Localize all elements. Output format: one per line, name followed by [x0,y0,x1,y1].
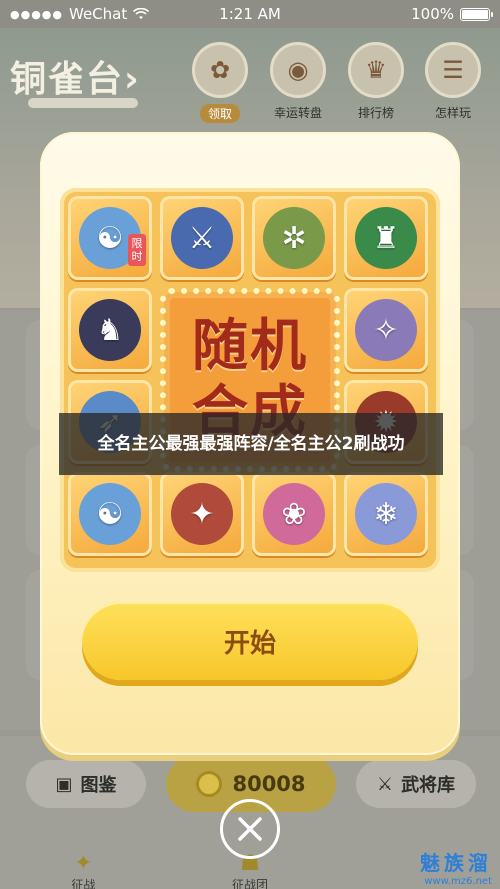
tab-battle: ✦ 征战 [0,844,167,889]
crossed-swords-icon: ⚔ [376,773,394,795]
hero-cell: ☯ [68,472,152,556]
carrier-label: WeChat [69,5,128,23]
dark-warrior-hero-icon: ♞ [79,299,141,361]
site-watermark: 魅族溜 www.mz6.net [420,847,492,887]
nav-claim: ✿ 领取 [183,42,257,123]
limited-time-tag: 限时 [128,234,146,266]
status-bar: ●●●●● WeChat 1:21 AM 100% [0,0,500,28]
status-left: ●●●●● WeChat [10,5,150,23]
battle-icon: ✦ [74,851,93,876]
ranking-icon: ♛ [348,42,404,98]
hero-cell: ✦ [160,472,244,556]
gallery-icon: ▣ [55,773,73,795]
coin-amount: 80008 [232,772,306,796]
hero-cell: ♞ [68,288,152,372]
strategist-hero-icon: ☯ [79,483,141,545]
nav-how-to-play-label: 怎样玩 [434,106,471,120]
watermark-title: 魅族溜 [420,851,492,875]
hero-cell: ✧ [344,288,428,372]
level-progress-fill [28,98,138,108]
caption-text: 全名主公最强最强阵容/全名主公2刷战功 [97,434,405,454]
hero-cell: ☯ 限时 [68,196,152,280]
coin-icon [196,771,223,797]
hero-cell: ♜ [344,196,428,280]
caption-banner: 全名主公最强最强阵容/全名主公2刷战功 [59,413,443,475]
status-right: 100% [411,5,493,23]
start-button[interactable]: 开始 [82,602,418,680]
red-general-hero-icon: ♜ [355,207,417,269]
swordsman-hero-icon: ⚔ [171,207,233,269]
battery-fill [462,9,488,19]
page-title: 铜雀台› [10,50,141,102]
battery-percent: 100% [411,5,454,23]
level-progress-bar [28,98,138,108]
signal-icon: ●●●●● [10,7,63,21]
close-icon [238,817,262,841]
watermark-url: www.mz6.net [424,876,492,887]
page-title-text: 铜雀台 [10,59,125,100]
armory-button: ⚔ 武将库 [356,760,476,808]
gallery-label: 图鉴 [80,775,117,796]
knight-hero-icon: ✧ [355,299,417,361]
armory-label: 武将库 [401,775,456,796]
scroll-icon: ☰ [425,42,481,98]
nav-ranking: ♛ 排行榜 [339,42,413,121]
wifi-icon [133,8,150,19]
nav-how-to-play: ☰ 怎样玩 [416,42,490,121]
hero-grid: 随机 合成 ☯限时⚔✲♜♞✧➶✹☯✦❀❄ [60,188,440,572]
spear-hero-icon: ✦ [171,483,233,545]
nav-ranking-label: 排行榜 [357,106,394,120]
gallery-button: ▣ 图鉴 [26,760,146,808]
battery-icon [460,7,493,21]
nav-lucky-wheel: ◉ 幸运转盘 [261,42,335,121]
hero-cell: ✲ [252,196,336,280]
gift-bag-icon: ✿ [192,42,248,98]
chevron-right-icon: › [124,59,141,100]
maiden-hero-icon: ❀ [263,483,325,545]
close-button[interactable] [220,799,280,859]
tab-team-label: 征战团 [232,878,269,889]
hero-cell: ❀ [252,472,336,556]
nav-claim-label: 领取 [199,104,240,123]
blue-hair-hero-icon: ❄ [355,483,417,545]
tab-battle-label: 征战 [71,878,96,889]
nav-lucky-wheel-label: 幸运转盘 [273,106,322,120]
beast-hero-icon: ✲ [263,207,325,269]
hero-cell: ⚔ [160,196,244,280]
hero-cell: ❄ [344,472,428,556]
lucky-wheel-icon: ◉ [270,42,326,98]
